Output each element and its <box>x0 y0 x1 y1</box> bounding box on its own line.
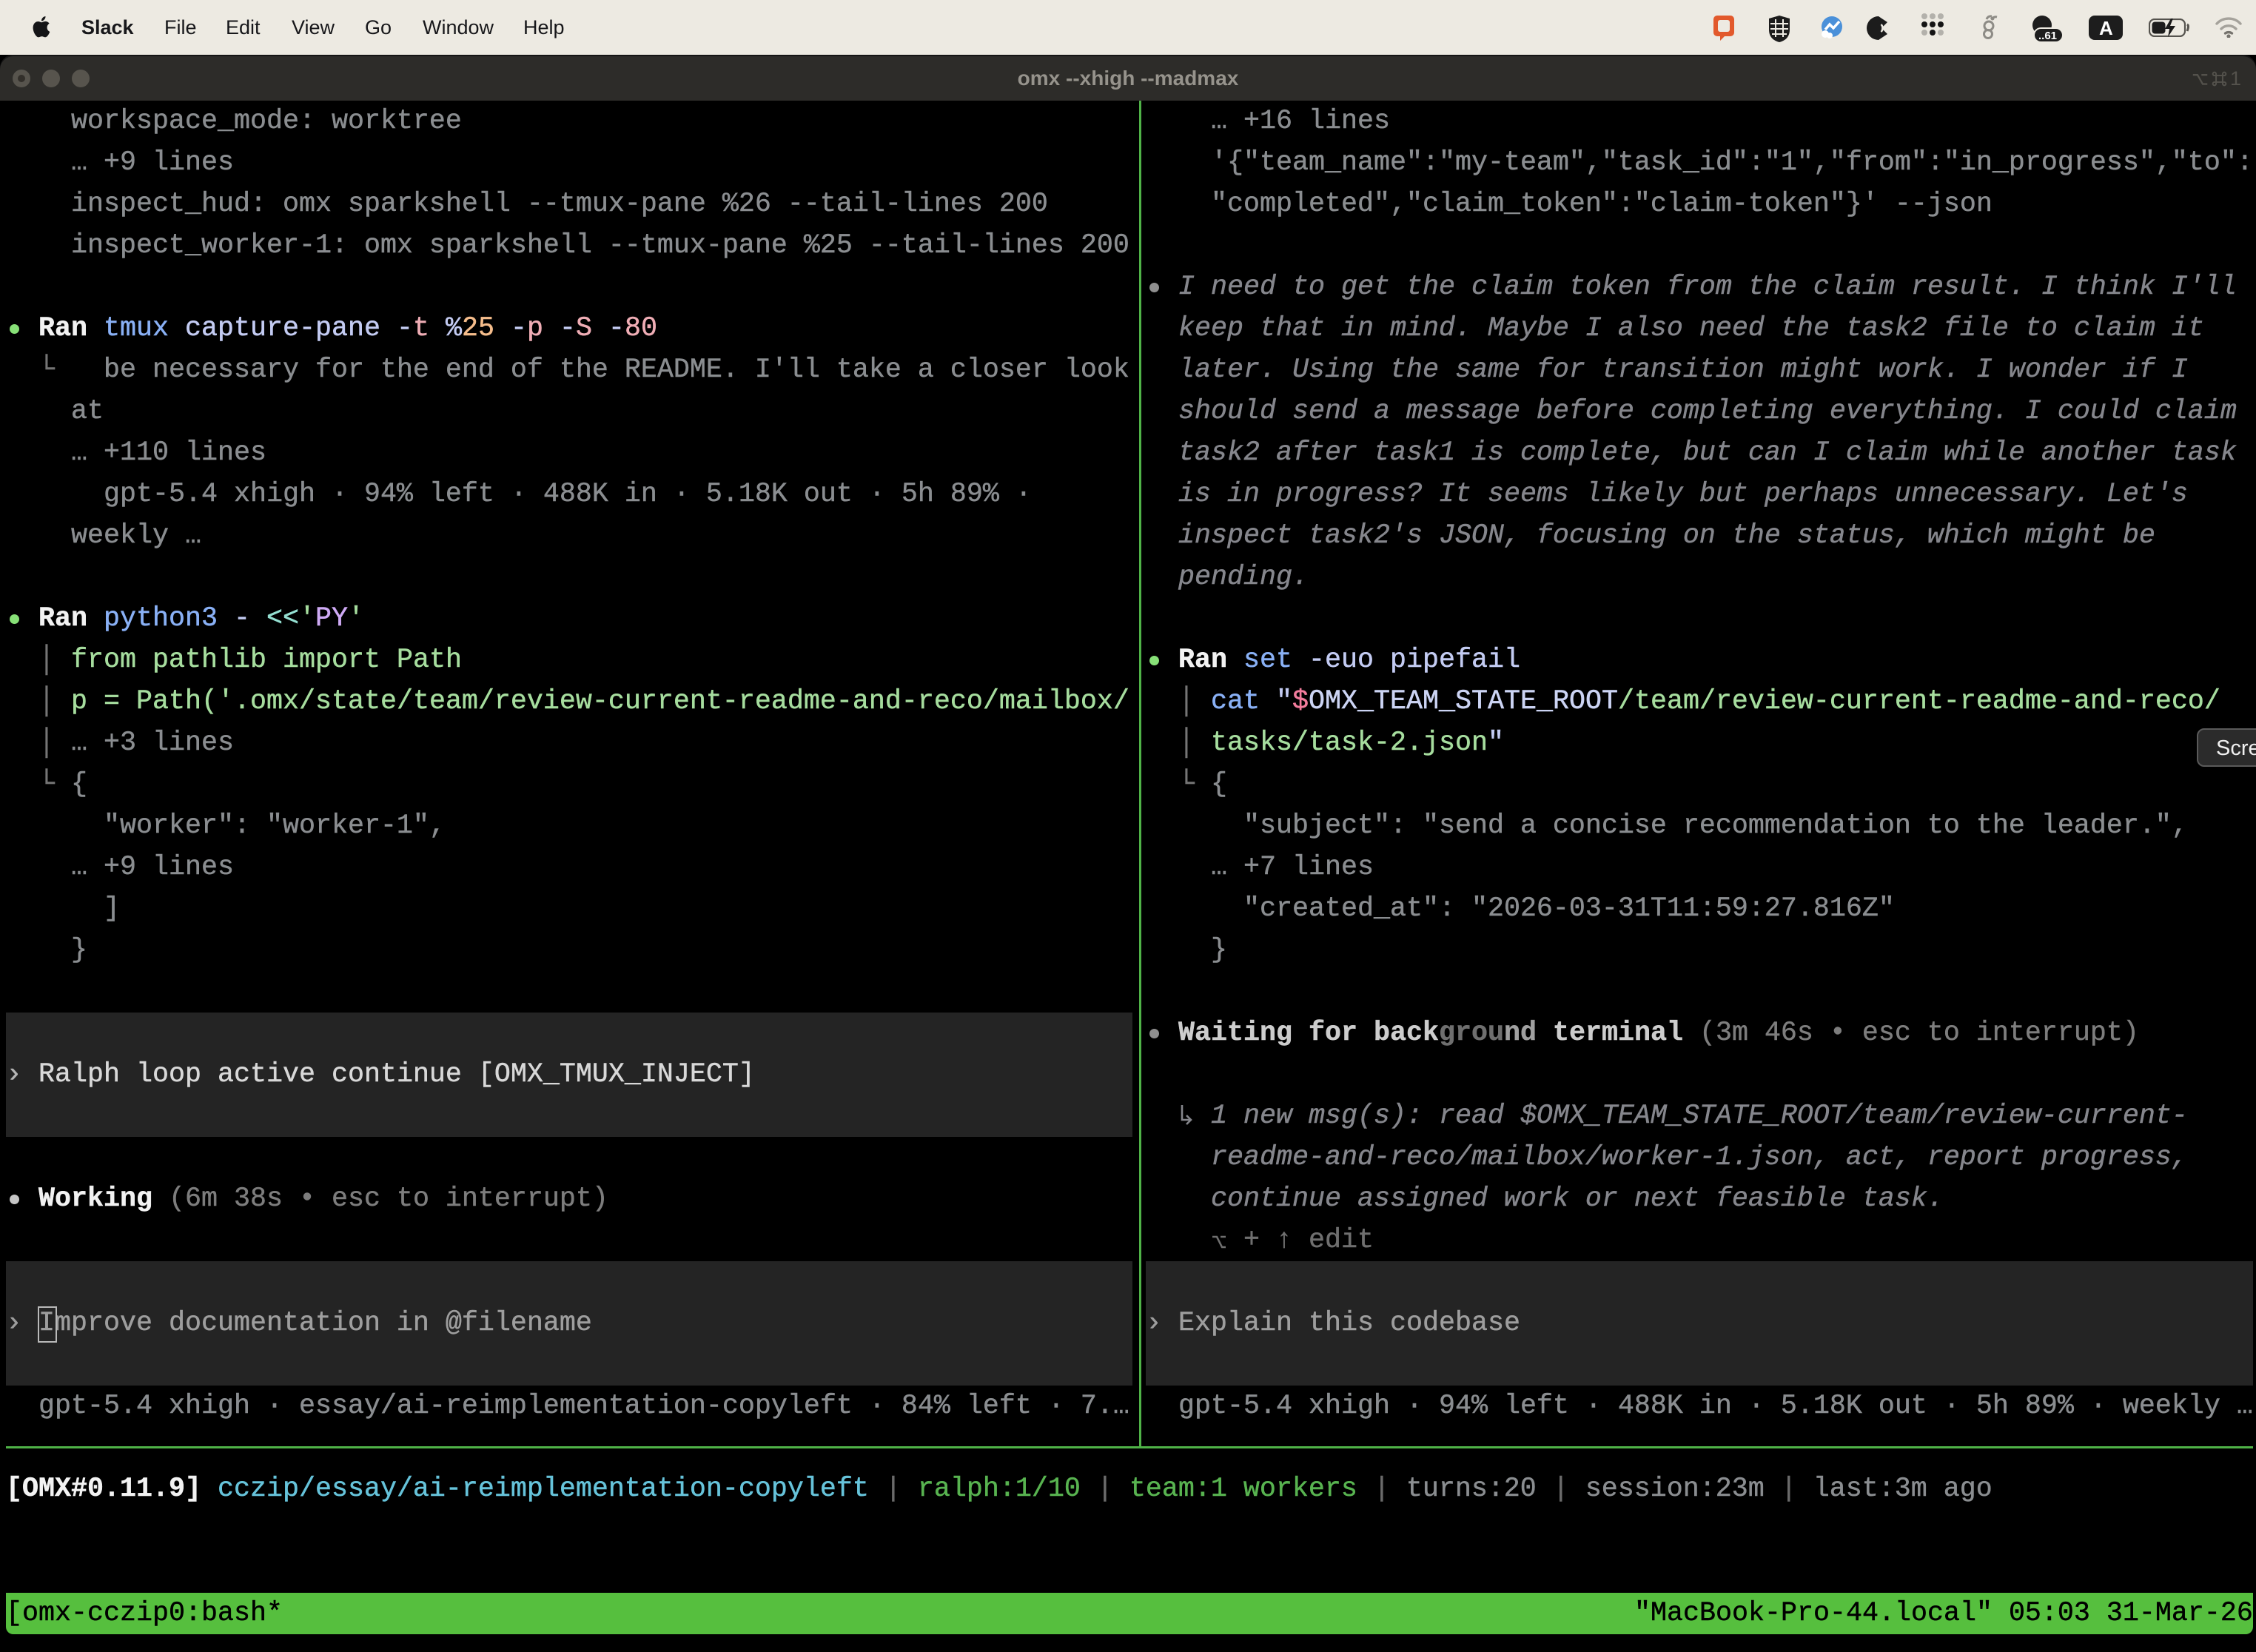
svg-text:..61: ..61 <box>2038 30 2057 42</box>
svg-text:A: A <box>2099 17 2113 39</box>
